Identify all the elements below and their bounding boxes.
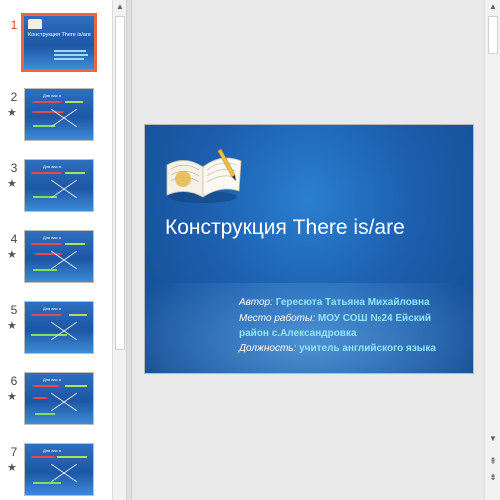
thumbnail-cross-lines — [51, 322, 77, 340]
thumbnail-cross-lines — [51, 180, 77, 198]
position-value: учитель английского языка — [299, 343, 436, 354]
thumbnail-text-line — [33, 385, 59, 387]
position-line[interactable]: Должность: учитель английского языка — [239, 343, 436, 354]
thumbnail-row-5[interactable]: 5 ★ Для вас я — [0, 301, 112, 363]
thumbnail-heading: Для вас я — [43, 377, 61, 382]
thumbnail-heading: Для вас я — [43, 448, 61, 453]
animation-star-icon: ★ — [7, 178, 17, 190]
scroll-up-icon[interactable]: ▲ — [113, 0, 127, 14]
slide-thumbnail-2[interactable]: Для вас я — [24, 88, 94, 141]
thumbnail-text-line — [31, 456, 55, 458]
animation-star-icon: ★ — [7, 391, 17, 403]
thumbnail-row-6[interactable]: 6 ★ Для вас я — [0, 372, 112, 434]
animation-star-icon: ★ — [7, 462, 17, 474]
scrollbar-thumb[interactable] — [488, 16, 498, 54]
thumbnail-text-line — [35, 413, 55, 415]
thumbnail-text-line — [57, 456, 87, 458]
scroll-up-icon[interactable]: ▲ — [485, 0, 500, 14]
slide-title[interactable]: Конструкция There is/are — [165, 216, 405, 240]
slide-number: 4 — [10, 232, 18, 246]
thumbnail-row-3[interactable]: 3 ★ Для вас я — [0, 159, 112, 221]
animation-star-icon: ★ — [7, 107, 17, 119]
author-line[interactable]: Автор: Гересюта Татьяна Михайловна — [239, 297, 430, 308]
book-icon — [28, 19, 42, 29]
slide-scrollbar[interactable]: ▲ ▼ ⇞ ⇟ — [484, 0, 500, 500]
position-label: Должность: — [239, 343, 297, 354]
thumbnail-text-line — [33, 101, 61, 103]
workplace-value-2: район с.Александровка — [239, 328, 357, 339]
thumbnail-cross-lines — [51, 251, 77, 269]
powerpoint-window: 1 Конструкция There is/are 2 ★ Для вас я — [0, 0, 500, 500]
thumbnail-row-1[interactable]: 1 Конструкция There is/are — [0, 13, 112, 78]
animation-star-icon: ★ — [7, 249, 17, 261]
thumbnail-heading: Для вас я — [43, 235, 61, 240]
slide-thumbnail-7[interactable]: Для вас я — [24, 443, 94, 496]
slide-number: 5 — [10, 303, 18, 317]
slide-thumbnail-pane: 1 Конструкция There is/are 2 ★ Для вас я — [0, 0, 112, 500]
animation-star-icon: ★ — [7, 320, 17, 332]
thumbnail-heading: Для вас я — [43, 164, 61, 169]
workplace-label: Место работы: — [239, 313, 316, 324]
thumbnail-cross-lines — [51, 393, 77, 411]
thumbnail-row-2[interactable]: 2 ★ Для вас я — [0, 88, 112, 150]
thumbnail-cross-lines — [51, 464, 77, 482]
thumbnail-text-line — [65, 101, 83, 103]
current-slide[interactable]: Конструкция There is/are Автор: Гересюта… — [144, 124, 474, 374]
thumbnail-text-line — [65, 385, 87, 387]
workplace-value: МОУ СОШ №24 Ейский — [317, 313, 432, 324]
slide-thumbnail-1[interactable]: Конструкция There is/are — [21, 13, 97, 72]
slide-thumbnail-3[interactable]: Для вас я — [24, 159, 94, 212]
slide-number: 1 — [10, 18, 18, 32]
thumbnail-heading: Для вас я — [43, 306, 61, 311]
thumbnail-text-line — [31, 243, 61, 245]
slide-editing-area: Конструкция There is/are Автор: Гересюта… — [132, 0, 484, 500]
thumbnail-text-line — [33, 397, 47, 399]
thumbnail-text-line — [65, 172, 85, 174]
book-icon — [166, 148, 242, 203]
thumbnail-cross-lines — [51, 109, 77, 127]
thumbnail-title: Конструкция There is/are — [28, 32, 91, 38]
workplace-line-2[interactable]: район с.Александровка — [239, 328, 357, 339]
slide-thumbnail-5[interactable]: Для вас я — [24, 301, 94, 354]
scroll-down-icon[interactable]: ▼ — [485, 432, 500, 446]
slide-thumbnail-6[interactable]: Для вас я — [24, 372, 94, 425]
thumbnail-text-line — [33, 269, 57, 271]
workplace-line[interactable]: Место работы: МОУ СОШ №24 Ейский — [239, 313, 431, 324]
thumbnail-text-line — [54, 58, 84, 60]
thumbnail-scrollbar[interactable]: ▲ — [112, 0, 126, 500]
thumbnail-text-line — [31, 172, 61, 174]
author-label: Автор: — [239, 297, 273, 308]
author-value: Гересюта Татьяна Михайловна — [275, 297, 430, 308]
thumbnail-text-line — [65, 243, 85, 245]
slide-thumbnail-4[interactable]: Для вас я — [24, 230, 94, 283]
slide-number: 3 — [10, 161, 18, 175]
slide-number: 6 — [10, 374, 18, 388]
thumbnail-row-4[interactable]: 4 ★ Для вас я — [0, 230, 112, 292]
thumbnail-text-line — [54, 54, 88, 56]
slide-number: 2 — [10, 90, 18, 104]
next-slide-icon[interactable]: ⇟ — [485, 470, 500, 484]
previous-slide-icon[interactable]: ⇞ — [485, 454, 500, 468]
thumbnail-row-7[interactable]: 7 ★ Для вас я — [0, 443, 112, 500]
thumbnail-text-line — [33, 482, 61, 484]
thumbnail-text-line — [69, 314, 87, 316]
slide-number: 7 — [10, 445, 18, 459]
thumbnail-heading: Для вас я — [43, 93, 61, 98]
thumbnail-text-line — [31, 314, 61, 316]
thumbnail-text-line — [54, 50, 86, 52]
scrollbar-thumb[interactable] — [115, 16, 125, 350]
